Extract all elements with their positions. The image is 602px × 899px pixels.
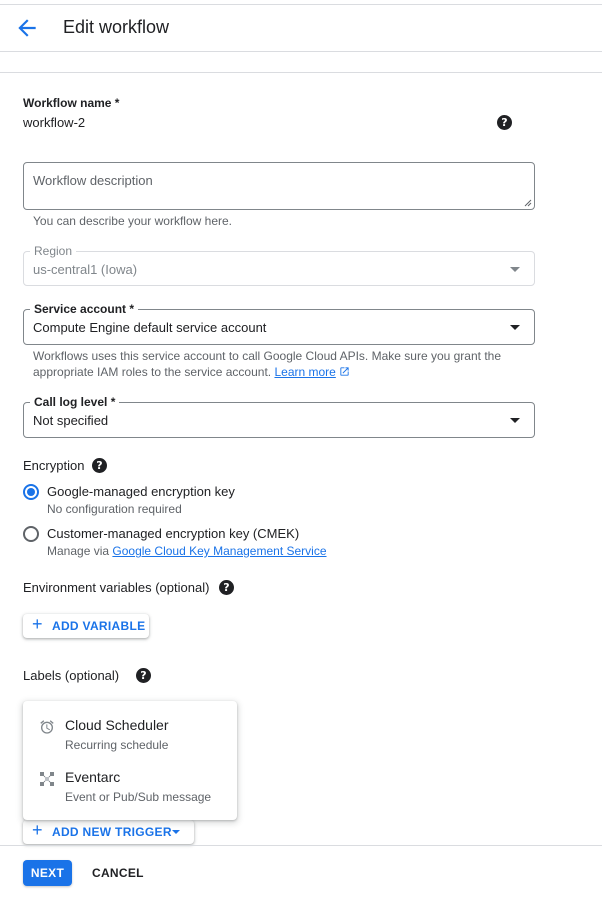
service-account-label: Service account * <box>30 302 139 316</box>
cancel-button[interactable]: CANCEL <box>86 860 150 886</box>
labels-title: Labels (optional) <box>23 668 120 683</box>
section-divider <box>0 72 602 73</box>
add-icon: + <box>32 820 43 840</box>
page-title: Edit workflow <box>63 17 170 37</box>
encryption-title: Encryption <box>23 458 85 473</box>
footer-divider <box>0 845 602 846</box>
back-button[interactable] <box>14 15 40 41</box>
help-icon[interactable]: ? <box>92 458 107 473</box>
service-account-value: Compute Engine default service account <box>33 320 267 335</box>
resize-handle-icon[interactable] <box>524 199 532 207</box>
workflow-name-label: Workflow name * <box>23 96 120 110</box>
google-managed-key-sub: No configuration required <box>47 502 182 516</box>
menu-item-cloud-scheduler[interactable]: Cloud Scheduler Recurring schedule <box>23 715 237 767</box>
service-account-hint: Workflows uses this service account to c… <box>33 349 501 379</box>
workflow-name-value: workflow-2 <box>23 115 86 130</box>
cmek-radio[interactable] <box>23 526 39 542</box>
trigger-menu: Cloud Scheduler Recurring schedule Event… <box>23 701 237 820</box>
cmek-label[interactable]: Customer-managed encryption key (CMEK) <box>47 526 299 541</box>
help-icon[interactable]: ? <box>497 115 512 130</box>
arrow-back-icon <box>18 19 36 37</box>
google-managed-key-label[interactable]: Google-managed encryption key <box>47 484 235 499</box>
workflow-description-placeholder: Workflow description <box>33 173 153 188</box>
region-label: Region <box>30 244 77 258</box>
add-variable-button[interactable]: + ADD VARIABLE <box>23 614 149 638</box>
dropdown-arrow-icon <box>510 267 520 272</box>
help-icon[interactable]: ? <box>136 668 151 683</box>
description-hint: You can describe your workflow here. <box>33 214 232 228</box>
eventarc-icon <box>40 772 54 786</box>
page-header: Edit workflow <box>0 5 602 52</box>
dropdown-arrow-icon <box>172 830 180 834</box>
region-value: us-central1 (Iowa) <box>33 262 138 277</box>
menu-item-eventarc[interactable]: Eventarc Event or Pub/Sub message <box>23 767 237 819</box>
learn-more-link[interactable]: Learn more <box>274 365 335 379</box>
dropdown-arrow-icon <box>510 418 520 423</box>
open-in-new-icon <box>340 367 349 376</box>
alarm-icon <box>40 720 54 734</box>
kms-link[interactable]: Google Cloud Key Management Service <box>112 544 326 558</box>
google-managed-key-radio[interactable] <box>23 484 39 500</box>
service-account-select[interactable]: Service account * Compute Engine default… <box>23 302 535 345</box>
call-log-level-value: Not specified <box>33 413 109 428</box>
cmek-sub: Manage via Google Cloud Key Management S… <box>47 544 327 558</box>
env-vars-title: Environment variables (optional) <box>23 580 210 595</box>
add-new-trigger-button[interactable]: + ADD NEW TRIGGER <box>23 820 194 844</box>
call-log-level-select[interactable]: Call log level * Not specified <box>23 395 535 438</box>
region-select: Region us-central1 (Iowa) <box>23 244 535 286</box>
add-icon: + <box>32 614 43 634</box>
workflow-description-input[interactable]: Workflow description <box>23 162 535 210</box>
help-icon[interactable]: ? <box>219 580 234 595</box>
dropdown-arrow-icon <box>510 325 520 330</box>
call-log-level-label: Call log level * <box>30 395 120 409</box>
next-button[interactable]: NEXT <box>23 860 72 886</box>
